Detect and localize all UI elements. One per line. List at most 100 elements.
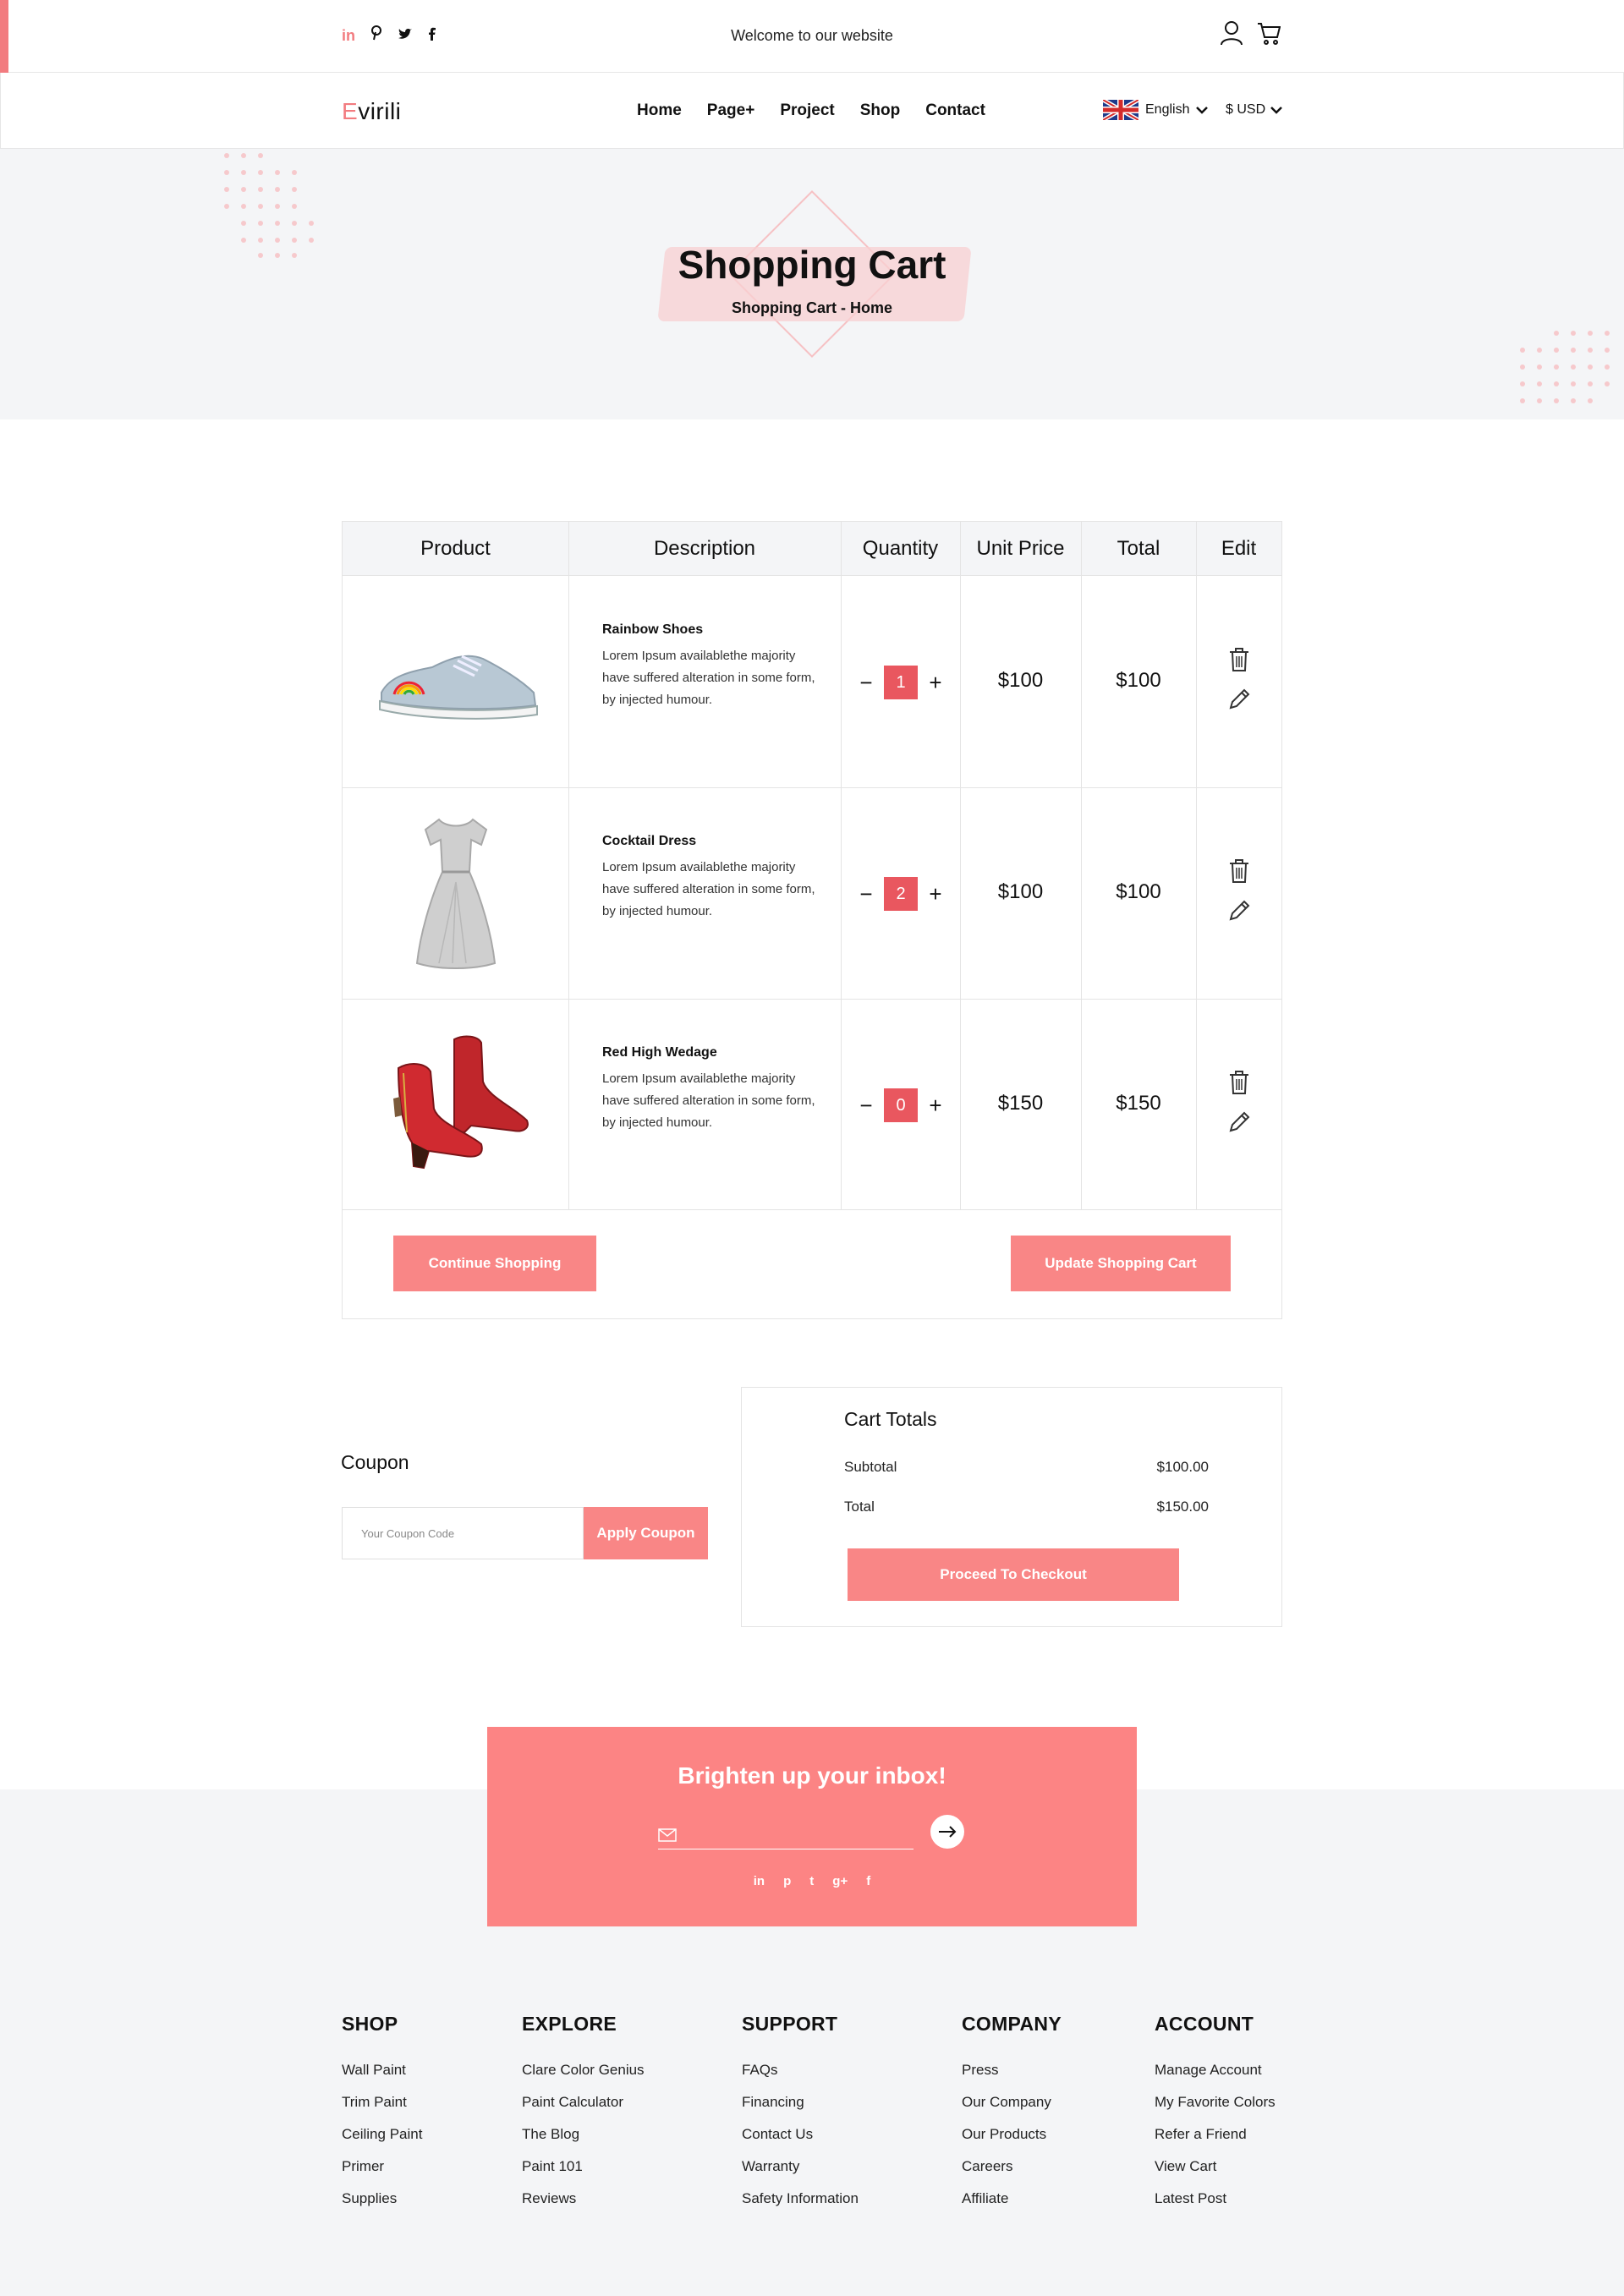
- table-row: Cocktail Dress Lorem Ipsum availablethe …: [343, 787, 1281, 999]
- footer-link[interactable]: Trim Paint: [342, 2086, 422, 2118]
- footer-link[interactable]: Reviews: [522, 2183, 645, 2215]
- pencil-icon[interactable]: [1227, 688, 1251, 711]
- currency-selector[interactable]: $ USD: [1226, 102, 1283, 118]
- page-banner: Shopping Cart Shopping Cart - Home: [0, 149, 1624, 419]
- total-value: $150.00: [1156, 1499, 1209, 1515]
- trash-icon[interactable]: [1228, 858, 1250, 884]
- top-icons: [1220, 20, 1281, 50]
- subscribe-button[interactable]: [930, 1815, 964, 1849]
- footer-link[interactable]: Our Company: [962, 2086, 1062, 2118]
- nav-pages[interactable]: Page+: [707, 101, 755, 120]
- footer-link[interactable]: Clare Color Genius: [522, 2054, 645, 2086]
- decrease-button[interactable]: −: [859, 1094, 874, 1116]
- product-name[interactable]: Cocktail Dress: [602, 834, 696, 849]
- update-cart-button[interactable]: Update Shopping Cart: [1011, 1236, 1231, 1291]
- decrease-button[interactable]: −: [859, 671, 874, 693]
- quantity-value[interactable]: 0: [884, 1088, 918, 1122]
- nav-project[interactable]: Project: [780, 101, 834, 120]
- footer-link[interactable]: My Favorite Colors: [1155, 2086, 1276, 2118]
- mail-icon: [658, 1828, 677, 1842]
- pinterest-icon[interactable]: p: [783, 1874, 791, 1888]
- footer-link[interactable]: Paint Calculator: [522, 2086, 645, 2118]
- footer-link[interactable]: Refer a Friend: [1155, 2118, 1276, 2151]
- footer-link[interactable]: Careers: [962, 2151, 1062, 2183]
- newsletter-email-input[interactable]: [682, 1823, 912, 1847]
- product-description: Lorem Ipsum availablethe majority have s…: [602, 1071, 815, 1130]
- cart-icon[interactable]: [1257, 20, 1281, 50]
- quantity-value[interactable]: 2: [884, 877, 918, 911]
- nav-home[interactable]: Home: [637, 101, 682, 120]
- table-row: Red High Wedage Lorem Ipsum availablethe…: [343, 999, 1281, 1210]
- line-total: $150: [1116, 1092, 1161, 1115]
- pencil-icon[interactable]: [1227, 1110, 1251, 1134]
- footer-link[interactable]: Manage Account: [1155, 2054, 1276, 2086]
- apply-coupon-button[interactable]: Apply Coupon: [584, 1507, 708, 1559]
- footer-link[interactable]: FAQs: [742, 2054, 859, 2086]
- footer-column-title: COMPANY: [962, 2013, 1062, 2035]
- nav-contact[interactable]: Contact: [925, 101, 985, 120]
- footer-link[interactable]: Paint 101: [522, 2151, 645, 2183]
- footer-link[interactable]: Financing: [742, 2086, 859, 2118]
- header-total: Total: [1116, 537, 1160, 560]
- top-bar: in Welcome to our website: [0, 0, 1624, 73]
- language-label: English: [1145, 102, 1190, 117]
- welcome-text: Welcome to our website: [731, 27, 893, 44]
- footer-link[interactable]: Press: [962, 2054, 1062, 2086]
- facebook-icon[interactable]: f: [866, 1874, 870, 1888]
- footer-link[interactable]: Safety Information: [742, 2183, 859, 2215]
- row-actions: [1227, 647, 1251, 711]
- header-product: Product: [420, 537, 491, 560]
- line-total: $100: [1116, 880, 1161, 903]
- cart-totals: Cart Totals Subtotal $100.00 Total $150.…: [741, 1387, 1282, 1627]
- google-plus-icon[interactable]: g+: [832, 1874, 848, 1888]
- footer-link[interactable]: Supplies: [342, 2183, 422, 2215]
- linkedin-icon[interactable]: in: [754, 1874, 765, 1888]
- increase-button[interactable]: +: [928, 1094, 943, 1116]
- product-description: Lorem Ipsum availablethe majority have s…: [602, 649, 815, 707]
- decrease-button[interactable]: −: [859, 883, 874, 905]
- continue-shopping-button[interactable]: Continue Shopping: [393, 1236, 596, 1291]
- table-row: Rainbow Shoes Lorem Ipsum availablethe m…: [343, 576, 1281, 787]
- total-label: Total: [844, 1499, 875, 1515]
- trash-icon[interactable]: [1228, 1070, 1250, 1095]
- increase-button[interactable]: +: [928, 671, 943, 693]
- cart-table-header: Product Description Quantity Unit Price …: [343, 522, 1281, 576]
- newsletter-box: Brighten up your inbox! in p t g+ f: [487, 1727, 1137, 1926]
- product-image-sneaker[interactable]: [373, 642, 542, 726]
- chevron-down-icon: [1270, 107, 1283, 114]
- header-quantity: Quantity: [862, 537, 939, 560]
- unit-price: $150: [997, 1092, 1044, 1115]
- pencil-icon[interactable]: [1227, 899, 1251, 923]
- footer-link[interactable]: Primer: [342, 2151, 422, 2183]
- quantity-value[interactable]: 1: [884, 666, 918, 699]
- header-edit: Edit: [1221, 537, 1257, 560]
- product-name[interactable]: Rainbow Shoes: [602, 622, 703, 638]
- footer-link[interactable]: The Blog: [522, 2118, 645, 2151]
- product-name[interactable]: Red High Wedage: [602, 1045, 717, 1060]
- product-description: Lorem Ipsum availablethe majority have s…: [602, 860, 815, 918]
- increase-button[interactable]: +: [928, 883, 943, 905]
- product-image-dress[interactable]: [414, 814, 498, 972]
- footer-link[interactable]: Contact Us: [742, 2118, 859, 2151]
- footer-column-title: EXPLORE: [522, 2013, 617, 2035]
- footer-link[interactable]: Our Products: [962, 2118, 1062, 2151]
- twitter-icon[interactable]: t: [809, 1874, 814, 1888]
- breadcrumb[interactable]: Shopping Cart - Home: [0, 299, 1624, 317]
- user-icon[interactable]: [1220, 20, 1243, 50]
- coupon-input[interactable]: Your Coupon Code: [342, 1507, 584, 1559]
- footer-link[interactable]: Ceiling Paint: [342, 2118, 422, 2151]
- trash-icon[interactable]: [1228, 647, 1250, 672]
- nav-shop[interactable]: Shop: [860, 101, 901, 120]
- footer-column-title: SUPPORT: [742, 2013, 838, 2035]
- language-selector[interactable]: English: [1103, 100, 1209, 120]
- quantity-stepper: − 0 +: [859, 1088, 943, 1122]
- footer-link[interactable]: View Cart: [1155, 2151, 1276, 2183]
- footer-link[interactable]: Warranty: [742, 2151, 859, 2183]
- footer-link[interactable]: Wall Paint: [342, 2054, 422, 2086]
- checkout-button[interactable]: Proceed To Checkout: [848, 1548, 1179, 1601]
- footer-link[interactable]: Affiliate: [962, 2183, 1062, 2215]
- product-image-boots[interactable]: [387, 1031, 532, 1175]
- site-logo[interactable]: Evirili: [342, 98, 401, 125]
- quantity-stepper: − 2 +: [859, 877, 943, 911]
- footer-link[interactable]: Latest Post: [1155, 2183, 1276, 2215]
